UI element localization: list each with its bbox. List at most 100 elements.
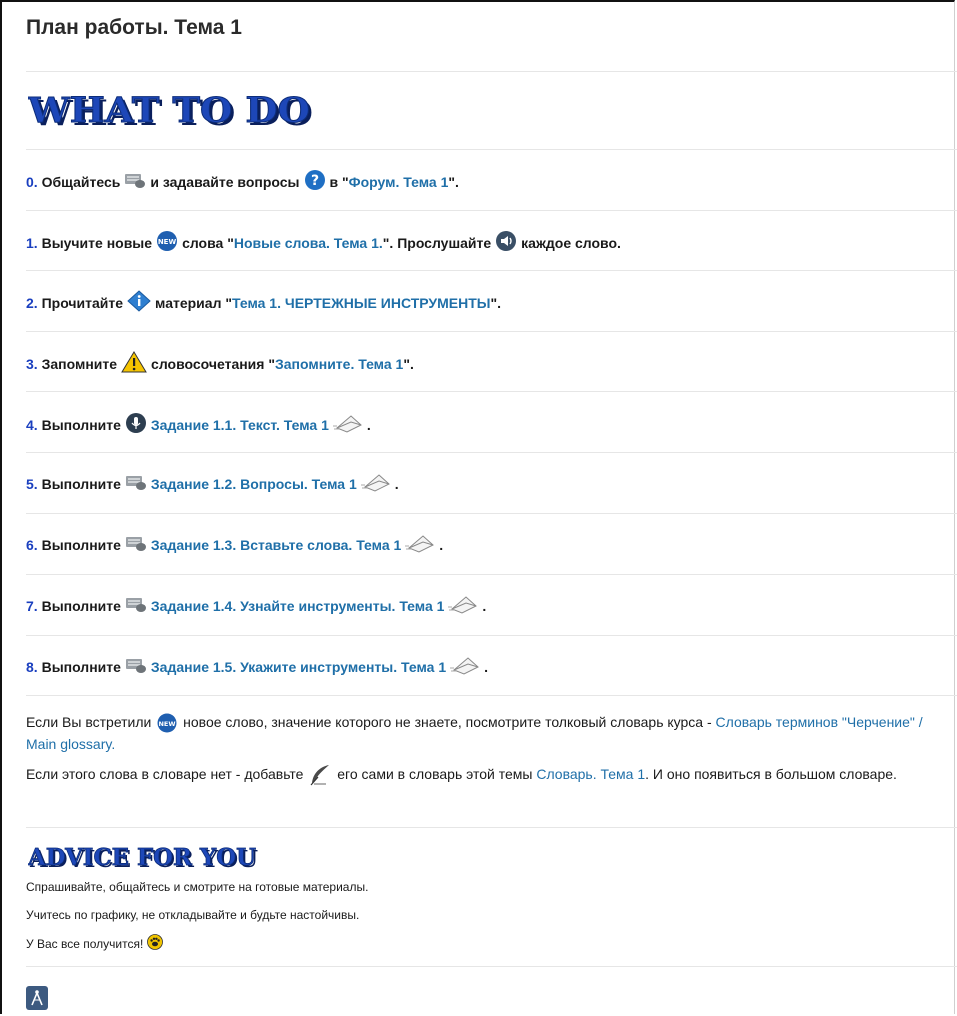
glossary-paragraph-1: Если Вы встретили NEW новое слово, значе… xyxy=(26,712,951,754)
step-text: ". xyxy=(448,173,459,190)
link-task-1-1[interactable]: Задание 1.1. Текст. Тема 1 xyxy=(151,417,329,433)
svg-text:NEW: NEW xyxy=(158,238,177,246)
link-material[interactable]: Тема 1. ЧЕРТЕЖНЫЕ ИНСТРУМЕНТЫ xyxy=(232,295,491,311)
divider xyxy=(26,966,957,967)
envelope-icon xyxy=(332,413,363,436)
step-row-6: 6. Выполните Задание 1.3. Вставьте слова… xyxy=(26,533,957,556)
link-task-1-5[interactable]: Задание 1.5. Укажите инструменты. Тема 1 xyxy=(151,659,446,675)
step-text: . xyxy=(484,658,488,675)
svg-text:NEW: NEW xyxy=(159,720,176,728)
link-new-words[interactable]: Новые слова. Тема 1. xyxy=(234,235,383,251)
keyboard-mouse-icon xyxy=(125,534,147,555)
step-text: материал " xyxy=(155,294,232,311)
step-text: и задавайте вопросы xyxy=(150,173,300,190)
step-text: Выполните xyxy=(41,475,121,492)
step-text: . xyxy=(439,536,444,553)
step-text: Выполните xyxy=(41,536,121,553)
step-row-0: 0. Общайтесь и задавайте вопросы ? в " Ф… xyxy=(26,169,957,194)
divider xyxy=(26,452,957,453)
step-row-1: 1. Выучите новые NEW слова " Новые слова… xyxy=(26,230,957,255)
svg-text:ADVICE FOR YOU: ADVICE FOR YOU xyxy=(28,844,256,871)
step-number: 3. xyxy=(26,355,38,372)
link-forum[interactable]: Форум. Тема 1 xyxy=(349,174,449,190)
step-number: 1. xyxy=(26,234,38,251)
paragraph-text: Если Вы встретили xyxy=(26,714,152,730)
divider xyxy=(26,513,957,514)
keyboard-mouse-icon xyxy=(125,595,147,616)
step-row-4: 4. Выполните Задание 1.1. Текст. Тема 1 … xyxy=(26,412,957,437)
divider xyxy=(26,210,957,211)
step-text: . xyxy=(366,416,371,433)
paragraph-text: его сами в словарь этой темы xyxy=(337,766,533,782)
keyboard-mouse-icon xyxy=(125,473,147,494)
step-text: Запомните xyxy=(41,355,118,372)
new-badge-icon: NEW xyxy=(157,713,177,734)
step-text: Общайтесь xyxy=(41,173,121,190)
step-text: слова " xyxy=(182,234,234,251)
link-task-1-3[interactable]: Задание 1.3. Вставьте слова. Тема 1 xyxy=(151,537,401,553)
speaker-icon xyxy=(495,230,517,255)
step-text: . xyxy=(394,475,399,492)
paragraph-text: Если этого слова в словаре нет - добавьт… xyxy=(26,766,304,782)
divider xyxy=(26,71,957,72)
warning-icon xyxy=(121,351,147,376)
advice-line-3: У Вас все получится! xyxy=(26,934,167,953)
step-text: ". xyxy=(490,294,502,311)
paragraph-text: новое слово, значение которого не знаете… xyxy=(183,714,712,730)
step-text: Выучите новые xyxy=(41,234,153,251)
envelope-icon xyxy=(450,655,480,678)
keyboard-mouse-icon xyxy=(125,656,147,677)
step-number: 7. xyxy=(26,597,38,614)
page-title: План работы. Тема 1 xyxy=(26,16,242,39)
step-number: 2. xyxy=(26,294,38,311)
advice-banner: ADVICE FOR YOU ADVICE FOR YOU xyxy=(28,843,268,883)
keyboard-mouse-icon xyxy=(124,171,146,192)
step-text: каждое слово. xyxy=(521,234,621,251)
step-number: 5. xyxy=(26,475,38,492)
divider xyxy=(26,331,957,332)
svg-text:WHAT TO DO: WHAT TO DO xyxy=(28,90,310,131)
step-text: Выполните xyxy=(41,416,121,433)
what-to-do-banner: WHAT TO DO WHAT TO DO xyxy=(28,90,328,132)
step-row-7: 7. Выполните Задание 1.4. Узнайте инстру… xyxy=(26,594,957,617)
step-number: 4. xyxy=(26,416,38,433)
link-task-1-2[interactable]: Задание 1.2. Вопросы. Тема 1 xyxy=(151,476,357,492)
step-text: ". xyxy=(403,355,414,372)
new-badge-icon: NEW xyxy=(156,230,178,255)
link-remember[interactable]: Запомните. Тема 1 xyxy=(275,356,403,372)
step-number: 6. xyxy=(26,536,38,553)
step-text: Прочитайте xyxy=(41,294,124,311)
divider xyxy=(26,391,957,392)
step-number: 0. xyxy=(26,173,38,190)
envelope-icon xyxy=(405,533,435,556)
envelope-icon xyxy=(360,472,391,495)
compass-drawing-icon[interactable] xyxy=(26,986,48,1010)
glossary-paragraph-2: Если этого слова в словаре нет - добавьт… xyxy=(26,764,951,786)
paw-icon xyxy=(147,934,164,953)
step-row-2: 2. Прочитайте материал " Тема 1. ЧЕРТЕЖН… xyxy=(26,290,957,315)
divider xyxy=(26,827,957,828)
step-text: в " xyxy=(329,173,349,190)
step-text: словосочетания " xyxy=(151,355,275,372)
divider xyxy=(26,635,957,636)
step-number: 8. xyxy=(26,658,38,675)
link-topic-glossary[interactable]: Словарь. Тема 1 xyxy=(536,766,645,782)
divider xyxy=(26,695,957,696)
step-row-8: 8. Выполните Задание 1.5. Укажите инстру… xyxy=(26,655,957,678)
step-text: Выполните xyxy=(41,658,121,675)
advice-text: У Вас все получится! xyxy=(26,936,144,951)
info-diamond-icon xyxy=(127,290,151,315)
divider xyxy=(26,270,957,271)
quill-icon xyxy=(309,764,331,786)
paragraph-text: . И оно появиться в большом словаре. xyxy=(645,766,897,782)
divider xyxy=(26,149,957,150)
divider xyxy=(26,574,957,575)
envelope-icon xyxy=(448,594,478,617)
svg-text:?: ? xyxy=(310,173,318,189)
question-icon: ? xyxy=(304,169,326,194)
step-text: . xyxy=(482,597,487,614)
step-row-5: 5. Выполните Задание 1.2. Вопросы. Тема … xyxy=(26,472,957,495)
link-task-1-4[interactable]: Задание 1.4. Узнайте инструменты. Тема 1 xyxy=(151,598,445,614)
step-text: Выполните xyxy=(41,597,121,614)
advice-line-2: Учитесь по графику, не откладывайте и бу… xyxy=(26,908,360,922)
